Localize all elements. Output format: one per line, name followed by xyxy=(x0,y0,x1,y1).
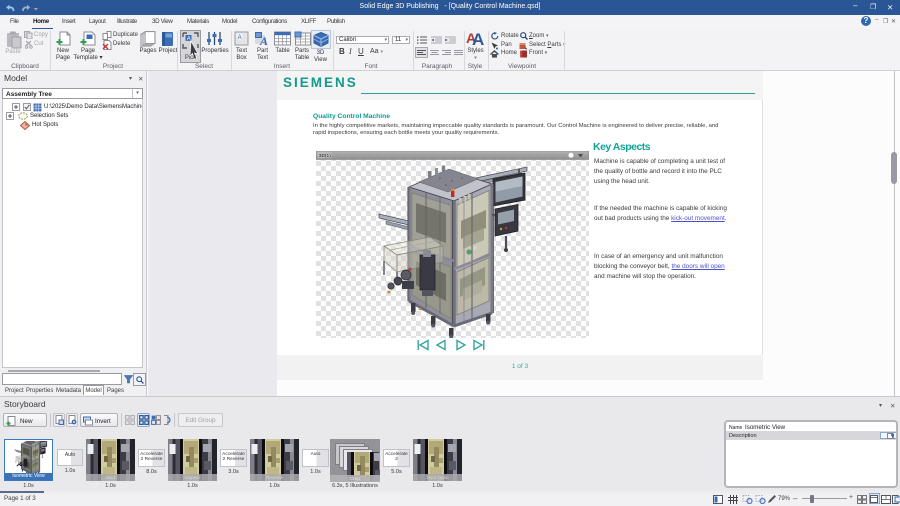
svg-text:3D(1): 3D(1) xyxy=(319,153,331,159)
